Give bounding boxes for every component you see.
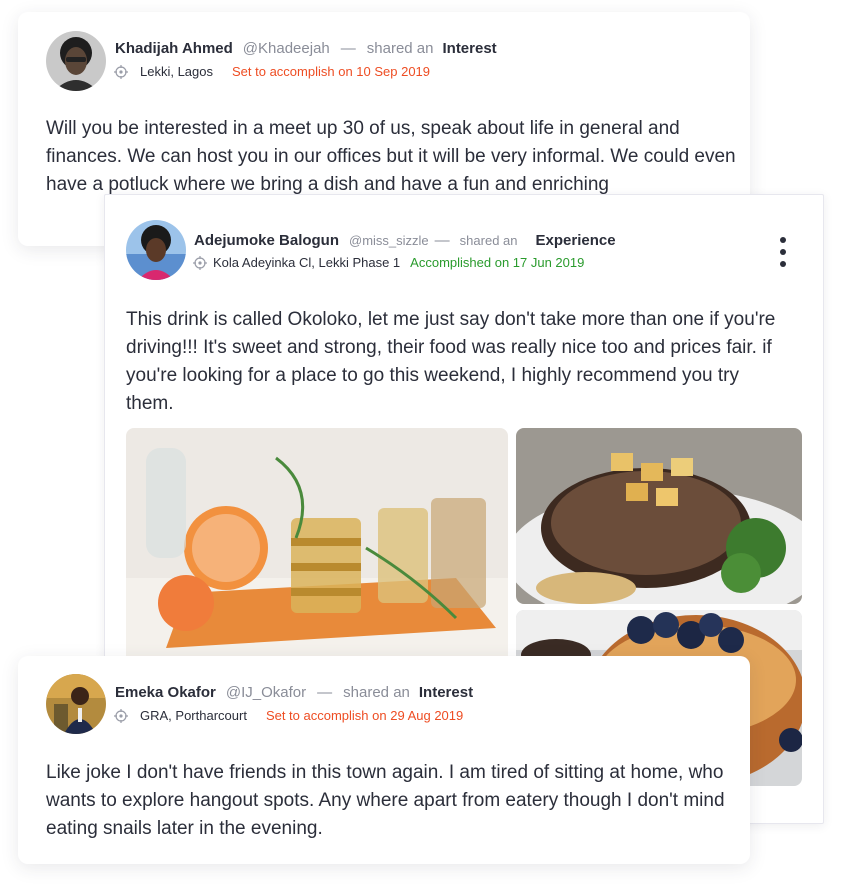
post-type[interactable]: Interest <box>442 40 496 57</box>
post-card: Emeka Okafor @IJ_Okafor — shared an Inte… <box>18 656 750 864</box>
more-vertical-icon[interactable] <box>777 237 789 267</box>
post-body: Like joke I don't have friends in this t… <box>46 762 725 839</box>
separator: — <box>317 684 333 701</box>
location-target-icon <box>193 255 207 270</box>
avatar[interactable] <box>46 31 106 91</box>
location-target-icon <box>114 64 128 79</box>
separator: — <box>434 232 450 249</box>
post-photo[interactable] <box>126 428 508 668</box>
shared-label: shared an <box>343 684 410 701</box>
post-body: This drink is called Okoloko, let me jus… <box>126 309 776 414</box>
post-body: Will you be interested in a meet up 30 o… <box>46 118 736 195</box>
avatar[interactable] <box>46 674 106 734</box>
status-text: Set to accomplish on 10 Sep 2019 <box>232 64 431 79</box>
avatar[interactable] <box>126 220 186 280</box>
author-handle[interactable]: @miss_sizzle <box>349 233 429 248</box>
shared-label: shared an <box>459 233 518 248</box>
post-subheader: Kola Adeyinka Cl, Lekki Phase 1 Accompli… <box>193 255 584 270</box>
post-header: Khadijah Ahmed @Khadeejah — shared an In… <box>115 40 497 57</box>
post-type[interactable]: Experience <box>536 232 616 249</box>
post-subheader: Lekki, Lagos Set to accomplish on 10 Sep… <box>114 64 430 79</box>
location: GRA, Portharcourt <box>140 708 247 723</box>
author-handle[interactable]: @IJ_Okafor <box>226 684 306 701</box>
status-text: Accomplished on 17 Jun 2019 <box>410 255 585 270</box>
separator: — <box>340 40 356 57</box>
post-header: Adejumoke Balogun @miss_sizzle — shared … <box>194 232 616 249</box>
shared-label: shared an <box>366 40 434 57</box>
author-name[interactable]: Adejumoke Balogun <box>194 232 339 249</box>
location-target-icon <box>114 708 128 723</box>
location: Kola Adeyinka Cl, Lekki Phase 1 <box>213 255 401 270</box>
post-type[interactable]: Interest <box>419 684 473 701</box>
author-handle[interactable]: @Khadeejah <box>243 40 330 57</box>
post-header: Emeka Okafor @IJ_Okafor — shared an Inte… <box>115 684 473 701</box>
author-name[interactable]: Emeka Okafor <box>115 684 216 701</box>
location: Lekki, Lagos <box>140 64 213 79</box>
post-photo[interactable] <box>516 428 802 604</box>
post-subheader: GRA, Portharcourt Set to accomplish on 2… <box>114 708 463 723</box>
status-text: Set to accomplish on 29 Aug 2019 <box>265 708 464 723</box>
author-name[interactable]: Khadijah Ahmed <box>115 40 233 57</box>
